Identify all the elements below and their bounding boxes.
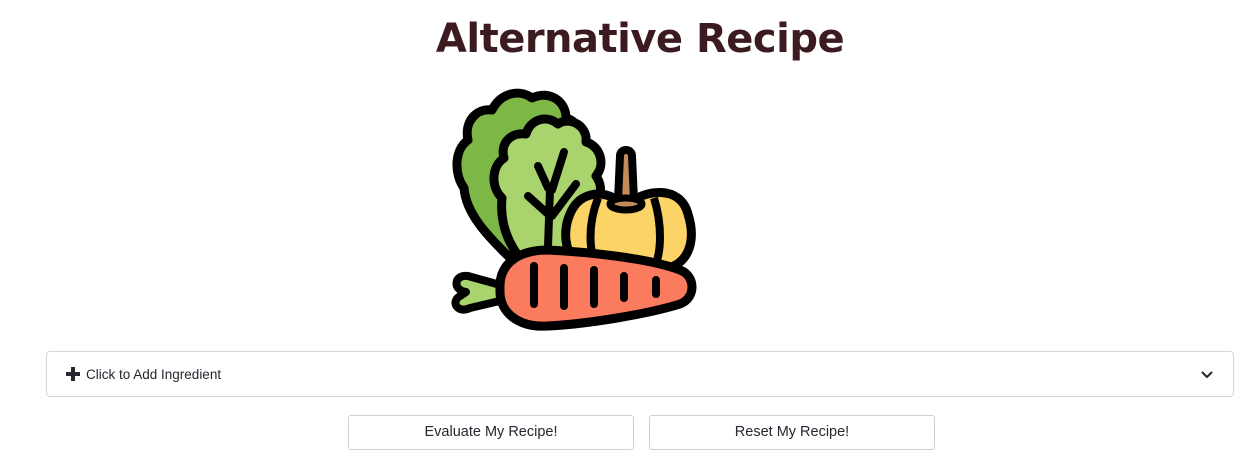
page-title: Alternative Recipe [435,16,845,62]
app-page: Alternative Recipe Click to Add Ingredie… [0,0,1250,463]
add-ingredient-expander[interactable]: Click to Add Ingredient [46,351,1234,397]
plus-icon [66,367,80,381]
add-ingredient-label: Click to Add Ingredient [86,367,222,382]
chevron-down-icon[interactable] [1201,369,1213,381]
vegetables-illustration-icon [448,86,700,334]
reset-recipe-button[interactable]: Reset My Recipe! [649,415,935,450]
evaluate-recipe-button[interactable]: Evaluate My Recipe! [348,415,634,450]
pumpkin-stem [614,146,638,204]
